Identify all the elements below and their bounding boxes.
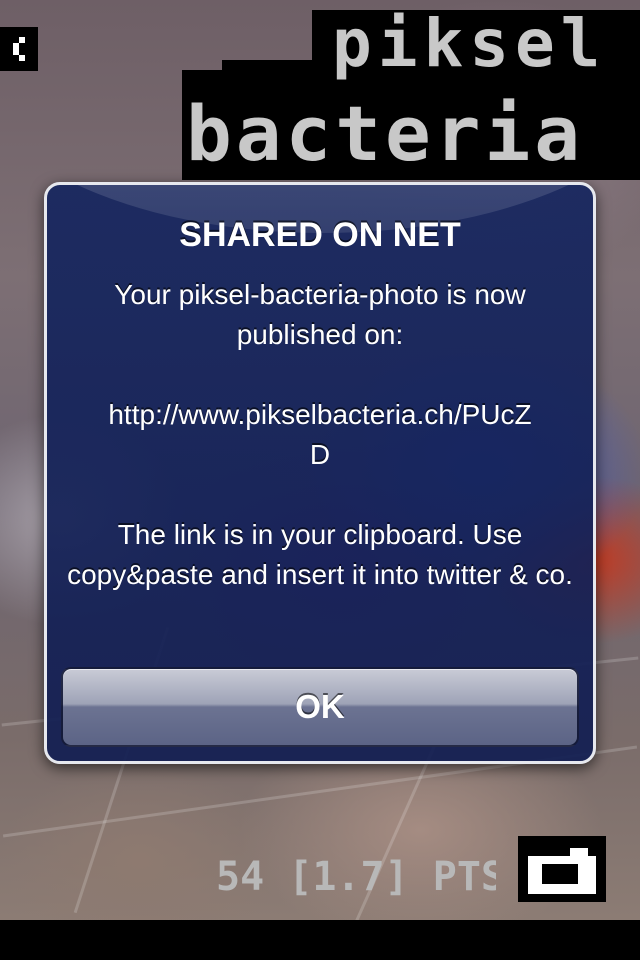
ok-button[interactable]: OK <box>61 667 579 747</box>
logo-word-bacteria: bacteria <box>186 89 584 178</box>
alert-dialog: SHARED ON NET Your piksel-bacteria-photo… <box>44 182 596 764</box>
screen: piksel bacteria SHARED ON NET Your pikse… <box>0 0 640 960</box>
alert-message-link: http://www.pikselbacteria.ch/PUcZ D <box>108 399 532 470</box>
piksel-bacteria-logo: piksel bacteria <box>182 10 640 180</box>
alert-message-clipboard: The link is in your clipboard. Use copy&… <box>67 519 573 590</box>
back-button[interactable] <box>0 27 38 71</box>
alert-message: Your piksel-bacteria-photo is now publis… <box>63 275 577 595</box>
score-text: 54 [1.7] PTS <box>216 854 496 896</box>
alert-message-published: Your piksel-bacteria-photo is now publis… <box>114 279 526 350</box>
logo-word-piksel: piksel <box>332 10 606 82</box>
score-display: 54 [1.7] PTS <box>216 854 496 896</box>
camera-button[interactable] <box>518 836 606 902</box>
chevron-left-icon <box>13 37 25 61</box>
alert-title: SHARED ON NET <box>179 216 461 254</box>
bottom-bar <box>0 920 640 960</box>
camera-icon <box>518 836 606 902</box>
